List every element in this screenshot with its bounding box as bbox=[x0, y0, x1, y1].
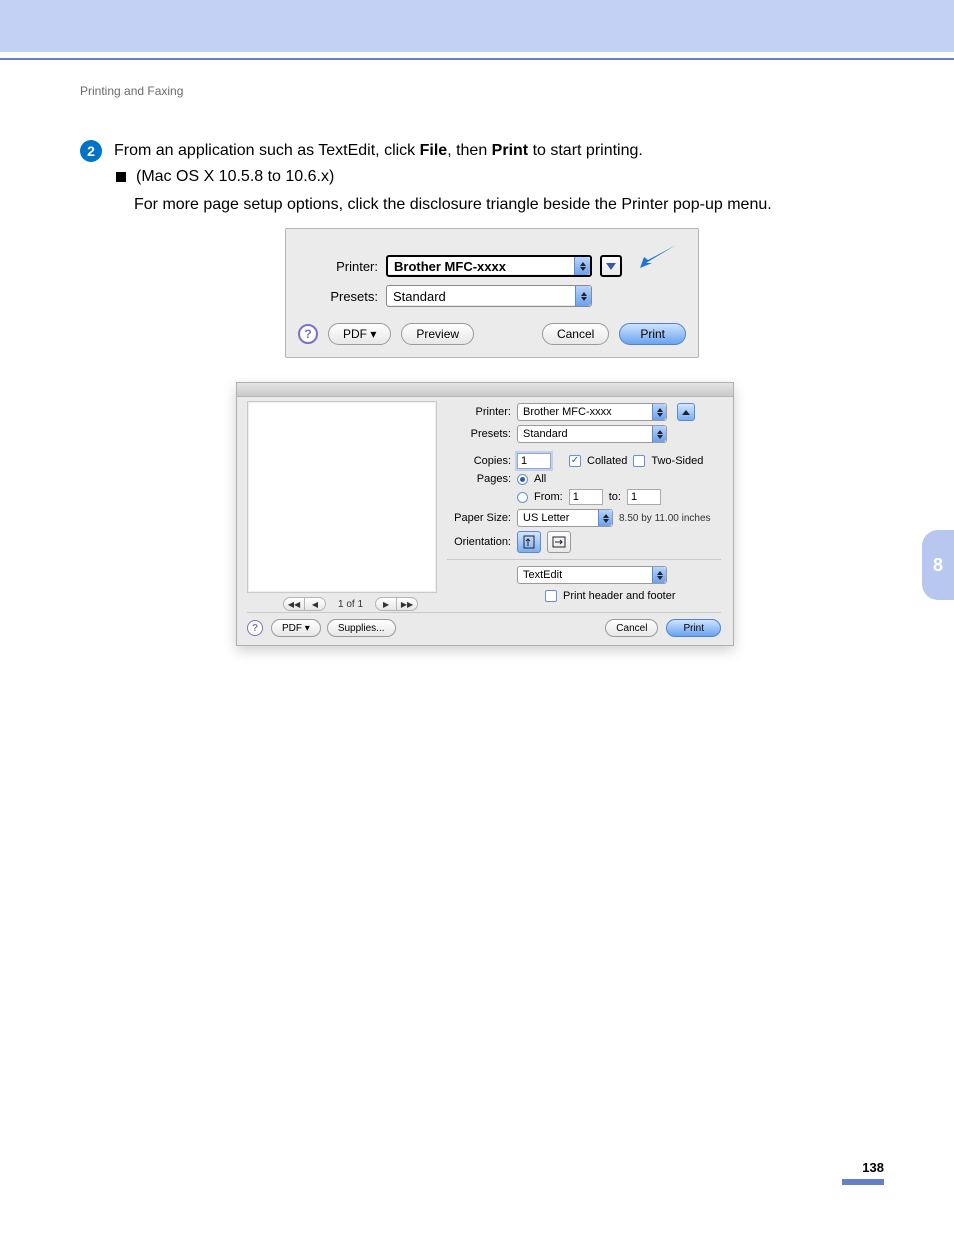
presets-select[interactable]: Standard bbox=[386, 285, 592, 307]
step-mid: , then bbox=[447, 142, 491, 159]
print-button[interactable]: Print bbox=[666, 619, 721, 637]
pages-all-radio[interactable] bbox=[517, 474, 528, 485]
pages-from-label: From: bbox=[534, 491, 563, 503]
dialog-titlebar bbox=[237, 383, 733, 397]
select-arrows-icon bbox=[652, 567, 666, 583]
select-arrows-icon bbox=[598, 510, 612, 526]
help-button[interactable]: ? bbox=[247, 620, 263, 636]
presets-select-value: Standard bbox=[393, 289, 446, 304]
step-row: 2 From an application such as TextEdit, … bbox=[80, 140, 643, 162]
pager-last-button[interactable]: ▶▶ bbox=[396, 597, 418, 611]
bullet-square-icon bbox=[116, 172, 126, 182]
pager-text: 1 of 1 bbox=[338, 599, 363, 610]
select-arrows-icon bbox=[575, 286, 591, 306]
pages-to-input[interactable]: 1 bbox=[627, 489, 661, 505]
cancel-button[interactable]: Cancel bbox=[542, 323, 609, 345]
two-sided-checkbox[interactable]: ✓ bbox=[633, 455, 645, 467]
collated-checkbox[interactable]: ✓ bbox=[569, 455, 581, 467]
copies-label: Copies: bbox=[447, 455, 511, 467]
help-button[interactable]: ? bbox=[298, 324, 318, 344]
collated-label: Collated bbox=[587, 455, 627, 467]
print-options-form: Printer: Brother MFC-xxxx Presets: Stand… bbox=[447, 403, 721, 606]
presets-label: Presets: bbox=[447, 428, 511, 440]
sub-version: (Mac OS X 10.5.8 to 10.6.x) bbox=[136, 168, 334, 186]
page-number-bar bbox=[842, 1179, 884, 1185]
portrait-icon bbox=[523, 535, 535, 549]
pager-first-button[interactable]: ◀◀ bbox=[283, 597, 305, 611]
select-arrows-icon bbox=[652, 426, 666, 442]
printer-select[interactable]: Brother MFC-xxxx bbox=[386, 255, 592, 277]
pdf-menu-button[interactable]: PDF ▾ bbox=[271, 619, 321, 637]
pager-next-button[interactable]: ▶ bbox=[375, 597, 397, 611]
page-number: 138 bbox=[842, 1160, 884, 1175]
header-footer-label: Print header and footer bbox=[563, 590, 676, 602]
header-band bbox=[0, 0, 954, 52]
section-header: Printing and Faxing bbox=[80, 84, 183, 98]
two-sided-label: Two-Sided bbox=[651, 455, 703, 467]
callout-arrow-icon bbox=[636, 243, 678, 269]
printer-select-value: Brother MFC-xxxx bbox=[523, 406, 612, 418]
divider bbox=[447, 559, 721, 560]
presets-select-value: Standard bbox=[523, 428, 568, 440]
landscape-icon bbox=[552, 536, 566, 548]
paper-dimensions: 8.50 by 11.00 inches bbox=[619, 513, 711, 524]
select-arrows-icon bbox=[574, 257, 590, 275]
step-text: From an application such as TextEdit, cl… bbox=[114, 142, 643, 160]
step-post: to start printing. bbox=[528, 142, 643, 159]
step-bold-file: File bbox=[420, 142, 448, 159]
pages-from-input[interactable]: 1 bbox=[569, 489, 603, 505]
print-panel-value: TextEdit bbox=[523, 569, 562, 581]
printer-select[interactable]: Brother MFC-xxxx bbox=[517, 403, 667, 421]
step-pre: From an application such as TextEdit, cl… bbox=[114, 142, 420, 159]
pages-label: Pages: bbox=[447, 473, 511, 485]
orientation-landscape-button[interactable] bbox=[547, 531, 571, 553]
page-number-wrap: 138 bbox=[842, 1160, 884, 1185]
orientation-label: Orientation: bbox=[447, 536, 511, 548]
pager-prev-button[interactable]: ◀ bbox=[304, 597, 326, 611]
printer-label: Printer: bbox=[300, 259, 378, 274]
select-arrows-icon bbox=[652, 404, 666, 420]
paper-size-select[interactable]: US Letter bbox=[517, 509, 613, 527]
print-dialog-collapsed: Printer: Brother MFC-xxxx Presets: Stand… bbox=[285, 228, 699, 358]
sub-instruction: For more page setup options, click the d… bbox=[134, 196, 772, 214]
dialog-bottom-bar: ? PDF ▾ Supplies... Cancel Print bbox=[247, 612, 721, 637]
disclosure-collapse-button[interactable] bbox=[677, 403, 695, 421]
preview-button[interactable]: Preview bbox=[401, 323, 474, 345]
step-bold-print: Print bbox=[492, 142, 528, 159]
pages-all-label: All bbox=[534, 473, 546, 485]
print-button[interactable]: Print bbox=[619, 323, 686, 345]
paper-size-label: Paper Size: bbox=[447, 512, 511, 524]
printer-select-value: Brother MFC-xxxx bbox=[394, 259, 506, 274]
orientation-portrait-button[interactable] bbox=[517, 531, 541, 553]
presets-select[interactable]: Standard bbox=[517, 425, 667, 443]
chevron-down-icon bbox=[606, 263, 616, 270]
chevron-up-icon bbox=[682, 410, 690, 415]
pages-range-radio[interactable] bbox=[517, 492, 528, 503]
printer-label: Printer: bbox=[447, 406, 511, 418]
supplies-button[interactable]: Supplies... bbox=[327, 619, 396, 637]
header-rule bbox=[0, 58, 954, 60]
header-footer-checkbox[interactable]: ✓ bbox=[545, 590, 557, 602]
pdf-menu-button[interactable]: PDF ▾ bbox=[328, 323, 391, 345]
preview-pager: ◀◀ ◀ 1 of 1 ▶ ▶▶ bbox=[283, 597, 418, 611]
cancel-button[interactable]: Cancel bbox=[605, 619, 658, 637]
presets-label: Presets: bbox=[300, 289, 378, 304]
print-panel-select[interactable]: TextEdit bbox=[517, 566, 667, 584]
paper-size-value: US Letter bbox=[523, 512, 569, 524]
copies-input[interactable]: 1 bbox=[517, 453, 551, 469]
pages-to-label: to: bbox=[609, 491, 621, 503]
print-dialog-expanded: ◀◀ ◀ 1 of 1 ▶ ▶▶ Printer: Brother MFC-xx… bbox=[236, 382, 734, 646]
disclosure-button[interactable] bbox=[600, 255, 622, 277]
sub-row: (Mac OS X 10.5.8 to 10.6.x) bbox=[116, 168, 334, 186]
print-preview-pane bbox=[247, 401, 437, 593]
step-number-badge: 2 bbox=[80, 140, 102, 162]
chapter-tab: 8 bbox=[922, 530, 954, 600]
